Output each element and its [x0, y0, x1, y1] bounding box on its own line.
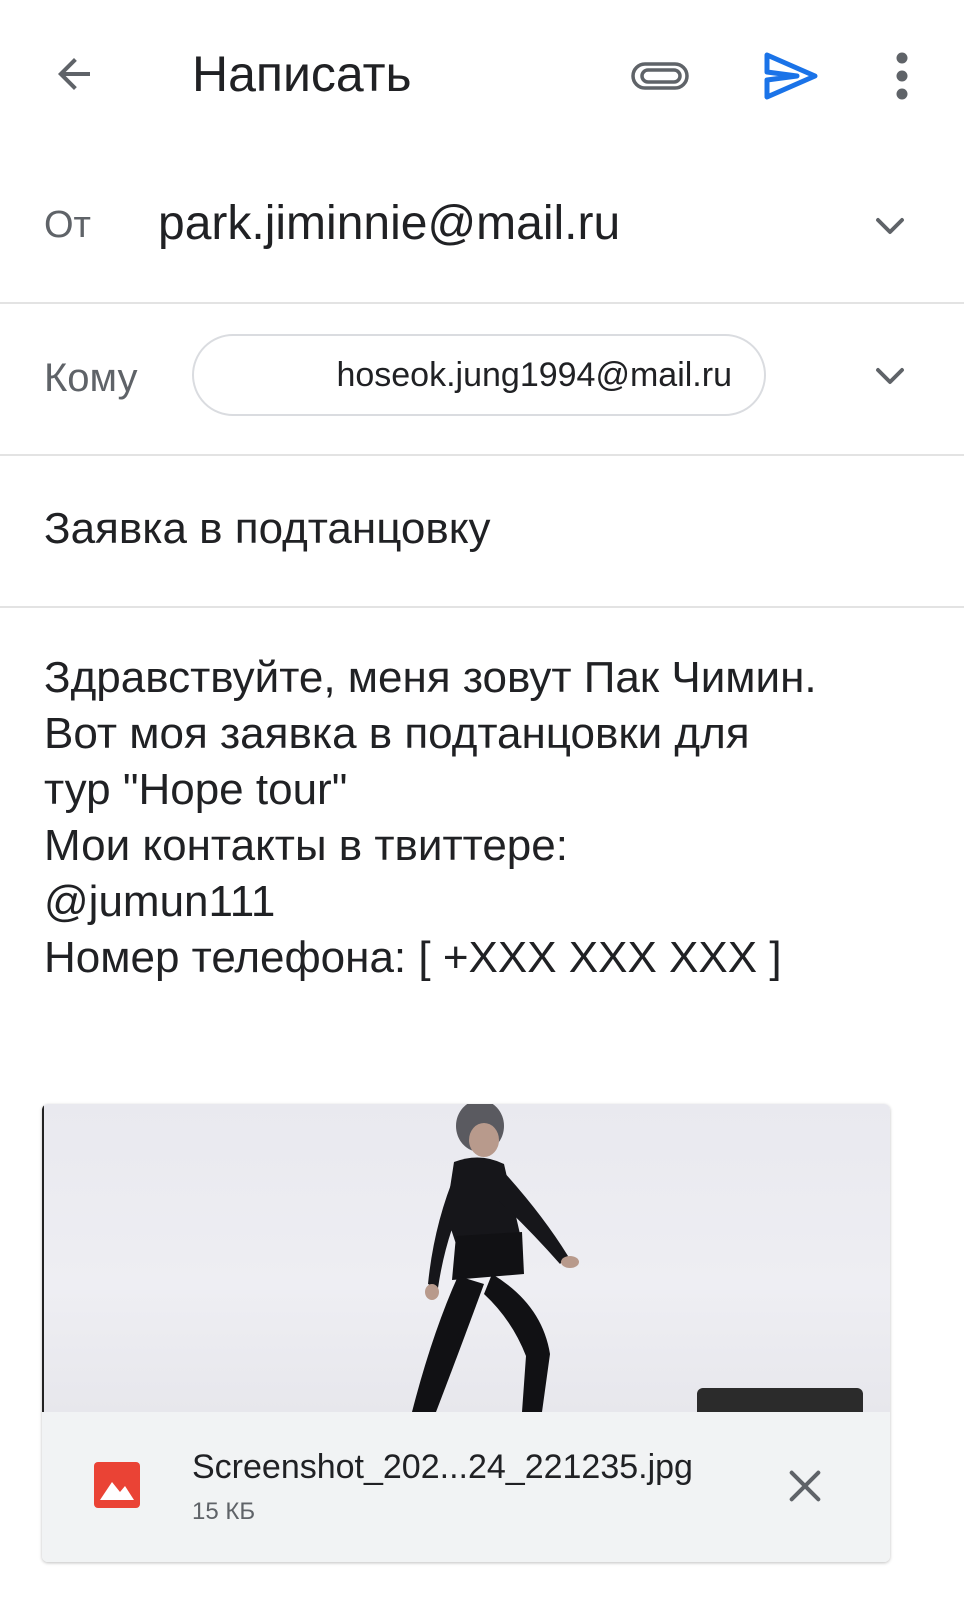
attachment-info: Screenshot_202...24_221235.jpg 15 КБ: [42, 1412, 890, 1562]
send-button[interactable]: [758, 44, 824, 108]
body-line: тур "Hope tour": [44, 765, 348, 814]
from-label: От: [44, 204, 91, 246]
page-title: Написать: [192, 46, 412, 102]
back-button[interactable]: [44, 44, 104, 104]
dancer-figure-image: [412, 1104, 579, 1412]
close-icon: [789, 1470, 821, 1502]
recipient-address: hoseok.jung1994@mail.ru: [336, 355, 732, 394]
send-icon: [764, 52, 818, 100]
attachment-file-name: Screenshot_202...24_221235.jpg: [192, 1448, 693, 1486]
message-body[interactable]: Здравствуйте, меня зовут Пак Чимин. Вот …: [44, 650, 934, 986]
top-app-bar: Написать: [0, 0, 964, 150]
paperclip-icon: [631, 62, 689, 90]
subject-field[interactable]: Заявка в подтанцовку: [44, 504, 491, 554]
chevron-down-icon: [876, 218, 904, 234]
attach-button[interactable]: [628, 48, 692, 104]
image-file-icon: [94, 1462, 140, 1508]
attachment-card[interactable]: Screenshot_202...24_221235.jpg 15 КБ: [42, 1104, 890, 1562]
body-line: @jumun111: [44, 877, 276, 926]
to-row: Кому hoseok.jung1994@mail.ru: [0, 302, 964, 456]
remove-attachment-button[interactable]: [777, 1458, 833, 1514]
from-row: От park.jiminnie@mail.ru: [0, 150, 964, 304]
body-line: Мои контакты в твиттере:: [44, 821, 568, 870]
more-vert-icon: [896, 52, 908, 100]
subject-row: Заявка в подтанцовку: [0, 454, 964, 608]
to-label: Кому: [44, 356, 138, 400]
attachment-preview[interactable]: [42, 1104, 890, 1418]
from-expand-button[interactable]: [866, 202, 914, 250]
preview-border: [42, 1104, 44, 1412]
to-expand-button[interactable]: [866, 352, 914, 400]
from-address[interactable]: park.jiminnie@mail.ru: [158, 196, 620, 251]
attachment-file-size: 15 КБ: [192, 1498, 256, 1525]
more-options-button[interactable]: [880, 44, 924, 108]
body-line: Здравствуйте, меня зовут Пак Чимин.: [44, 653, 817, 702]
arrow-back-icon: [58, 58, 90, 90]
body-line: Вот моя заявка в подтанцовки для: [44, 709, 750, 758]
body-line: Номер телефона: [ +XXX XXX XXX ]: [44, 933, 782, 982]
recipient-chip[interactable]: hoseok.jung1994@mail.ru: [192, 334, 766, 416]
chevron-down-icon: [876, 368, 904, 384]
